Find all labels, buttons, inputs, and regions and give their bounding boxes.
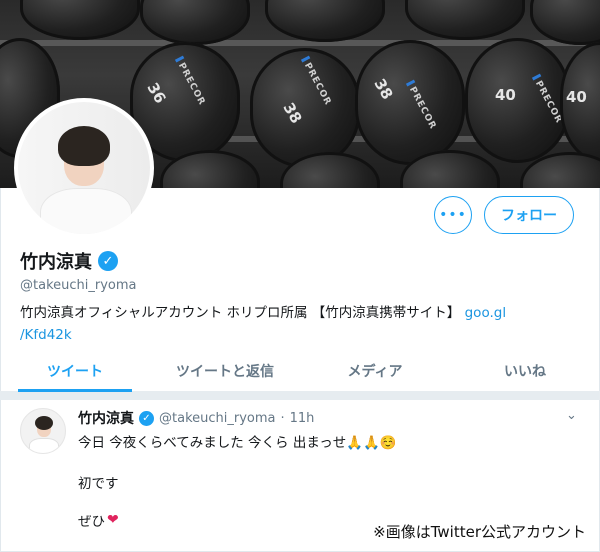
- brand-label: PRECOR: [299, 56, 334, 107]
- tweet-timestamp[interactable]: 11h: [290, 411, 315, 426]
- dumbbell: [530, 0, 600, 45]
- weight-label: 38: [370, 75, 397, 103]
- profile-name[interactable]: 竹内涼真: [20, 248, 92, 274]
- bio-link-part2[interactable]: /Kfd42k: [20, 327, 72, 343]
- weight-label: 40: [566, 88, 587, 106]
- brand-label: PRECOR: [173, 56, 208, 107]
- weight-label: 38: [279, 99, 306, 127]
- profile-name-row: 竹内涼真 ✓: [20, 248, 118, 274]
- more-icon: •••: [439, 207, 467, 223]
- dumbbell: [265, 0, 385, 42]
- dumbbell: [140, 0, 250, 45]
- brand-label: PRECOR: [404, 80, 439, 131]
- image-credit-caption: ※画像はTwitter公式アカウント: [371, 521, 588, 542]
- dumbbell: PRECOR 38: [250, 48, 360, 168]
- dumbbell: 40: [560, 42, 600, 162]
- weight-label: 40: [495, 86, 516, 104]
- verified-check-icon: ✓: [98, 251, 118, 271]
- follow-button-label: フォロー: [501, 208, 557, 224]
- bio-link-part1[interactable]: goo.gl: [465, 305, 506, 321]
- tweet-text: ぜひ: [78, 514, 105, 530]
- avatar-hair: [58, 126, 110, 166]
- dumbbell: [20, 0, 140, 40]
- follow-button[interactable]: フォロー: [484, 196, 574, 234]
- tweet-header: 竹内涼真 ✓ @takeuchi_ryoma · 11h: [78, 408, 314, 428]
- tweet-text-line: 初です: [78, 476, 119, 492]
- tweet-avatar[interactable]: [20, 408, 66, 454]
- avatar-body: [40, 188, 132, 234]
- avatar-hair: [35, 416, 53, 430]
- profile-tabs: ツイート ツイートと返信 メディア いいね: [0, 351, 600, 392]
- heart-icon: ❤: [107, 512, 119, 528]
- tab-likes[interactable]: いいね: [450, 351, 600, 391]
- dumbbell: [405, 0, 525, 40]
- profile-handle[interactable]: @takeuchi_ryoma: [20, 278, 137, 293]
- tweet-text-line: 今日 今夜くらべてみました 今くら 出まっせ🙏🙏☺️: [78, 435, 397, 451]
- tab-tweets-and-replies[interactable]: ツイートと返信: [150, 351, 300, 391]
- chevron-down-icon[interactable]: ⌄: [566, 408, 577, 423]
- tab-tweets[interactable]: ツイート: [0, 351, 150, 392]
- dumbbell: 38 PRECOR: [355, 40, 465, 165]
- tab-media[interactable]: メディア: [300, 351, 450, 391]
- dumbbell: 40 PRECOR: [465, 38, 570, 163]
- tweet-author-handle[interactable]: @takeuchi_ryoma: [159, 411, 276, 426]
- section-divider: [0, 392, 600, 400]
- bio-text: 竹内涼真オフィシャルアカウント ホリプロ所属 【竹内涼真携帯サイト】: [20, 305, 461, 321]
- profile-bio: 竹内涼真オフィシャルアカウント ホリプロ所属 【竹内涼真携帯サイト】 goo.g…: [20, 302, 580, 346]
- avatar-body: [29, 438, 59, 453]
- tweet-text-line: ぜひ ❤: [78, 510, 119, 530]
- tweet-author-name[interactable]: 竹内涼真: [78, 408, 134, 428]
- profile-avatar[interactable]: [14, 98, 154, 238]
- verified-check-icon: ✓: [139, 410, 154, 426]
- separator-dot: ·: [280, 410, 285, 426]
- more-options-button[interactable]: •••: [434, 196, 472, 234]
